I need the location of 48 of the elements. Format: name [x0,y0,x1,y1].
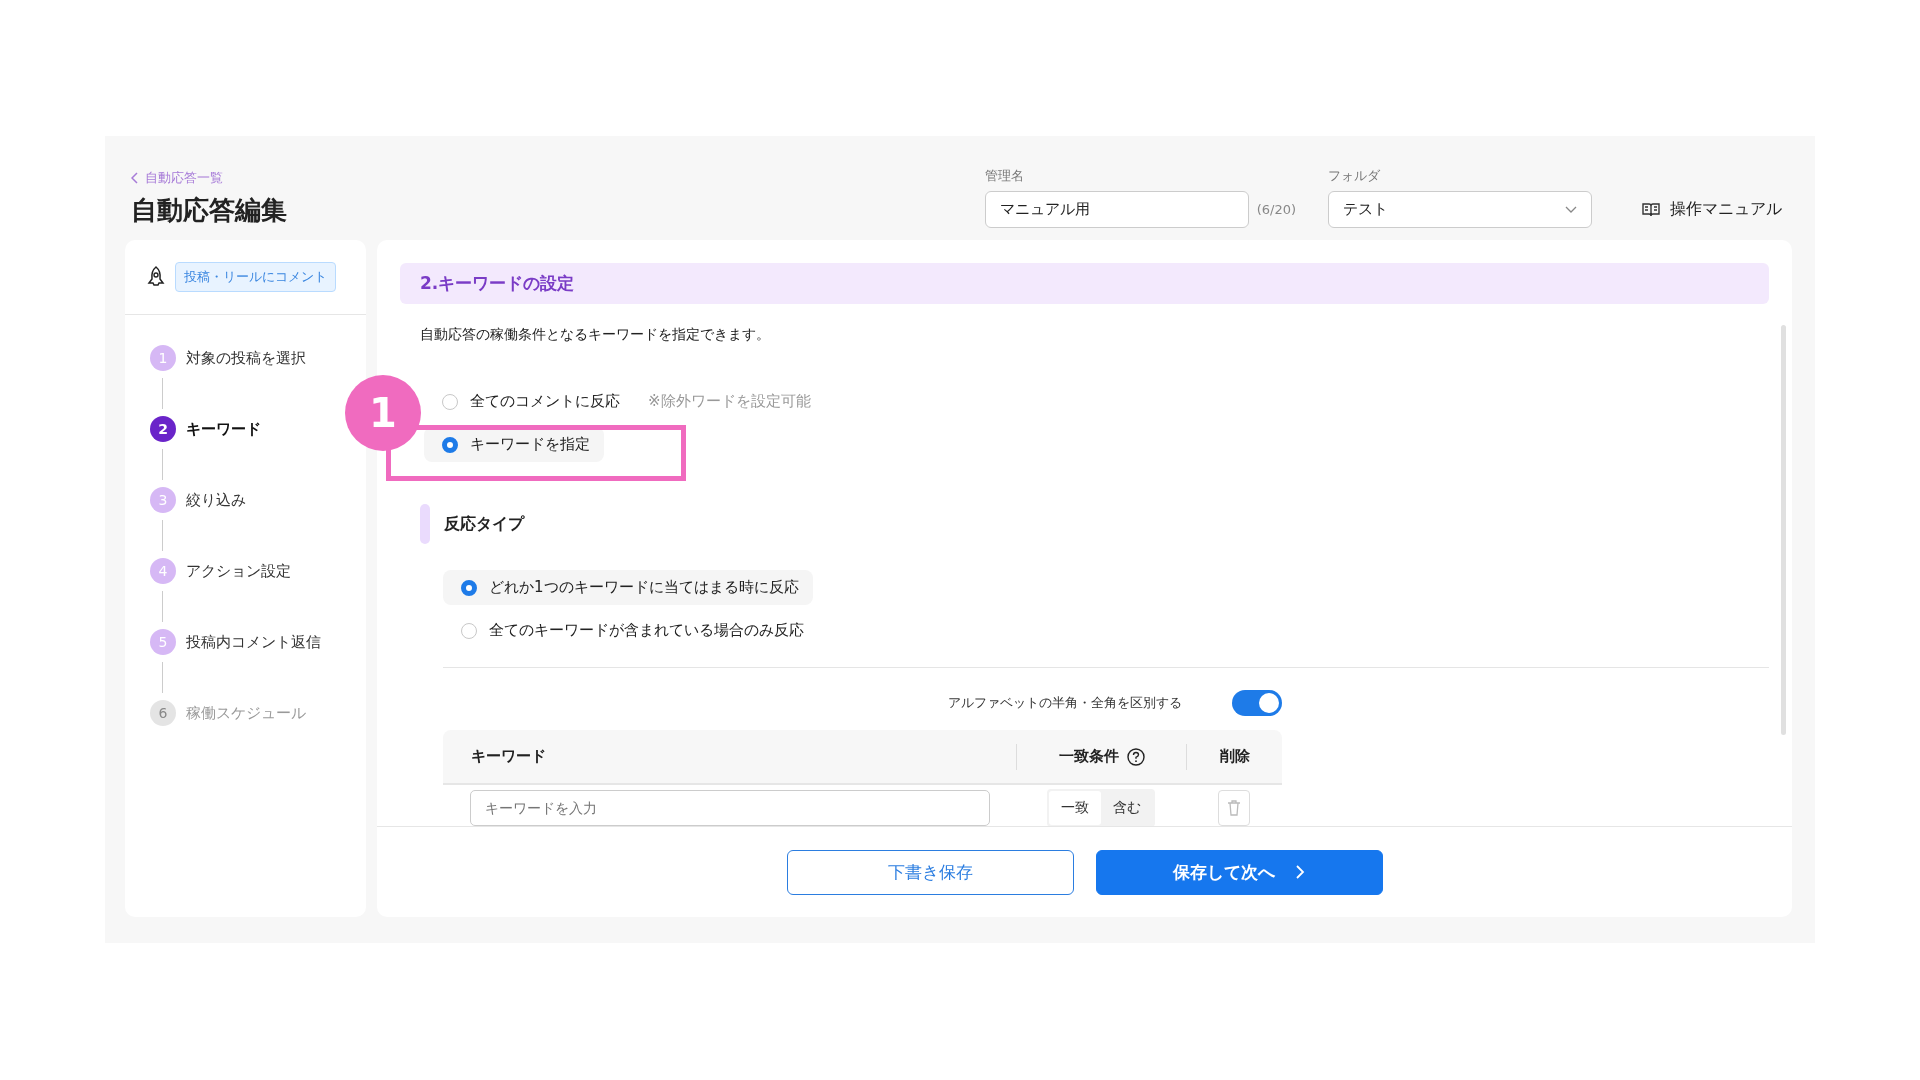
field-label: フォルダ [1328,167,1381,185]
chevron-down-icon [1565,205,1577,214]
match-option[interactable]: 一致 [1049,791,1101,825]
radio-option[interactable]: 全てのコメントに反応 [424,384,634,419]
radio-button[interactable] [461,622,477,639]
step-number: 2 [150,416,176,442]
radio-button[interactable] [442,393,458,410]
chevron-right-icon [1295,864,1305,880]
trigger-tag: 投稿・リールにコメント [175,262,336,292]
step-number: 1 [150,345,176,371]
radio-button[interactable] [461,579,477,596]
toggle-label: アルファベットの半角・全角を区別する [948,694,1182,712]
radio-option[interactable]: どれか1つのキーワードに当てはまる時に反応 [443,570,813,605]
radio-option[interactable]: 全てのキーワードが含まれている場合のみ反応 [443,613,818,648]
manual-link[interactable]: 操作マニュアル [1632,191,1792,228]
chevron-left-icon [131,172,139,184]
step-number: 4 [150,558,176,584]
step-item[interactable]: 2 キーワード [150,416,261,442]
column-header: キーワード [470,747,547,766]
book-icon [1642,202,1660,217]
step-item[interactable]: 4 アクション設定 [150,558,291,584]
save-next-button[interactable]: 保存して次へ [1095,849,1383,895]
rocket-icon [147,266,165,288]
section-title: 2.キーワードの設定 [400,263,1769,304]
trash-icon [1227,800,1241,816]
folder-dropdown[interactable]: テスト [1328,191,1592,228]
step-item[interactable]: 5 投稿内コメント返信 [150,629,321,655]
draft-save-button[interactable]: 下書き保存 [786,849,1074,895]
page-title: 自動応答編集 [131,194,287,227]
radio-button[interactable] [442,436,458,453]
step-item[interactable]: 1 対象の投稿を選択 [150,345,306,371]
step-number: 6 [150,700,176,726]
subsection-title: 反応タイプ [444,513,524,535]
option-note: ※除外ワードを設定可能 [648,392,811,411]
section-description: 自動応答の稼働条件となるキーワードを指定できます。 [420,326,771,344]
step-item[interactable]: 3 絞り込み [150,487,246,513]
step-number: 5 [150,629,176,655]
match-option[interactable]: 含む [1101,791,1153,825]
field-label: 管理名 [984,167,1025,185]
column-header: 一致条件 [1058,747,1119,766]
help-icon[interactable] [1126,747,1145,766]
character-counter: (6/20) [1256,202,1296,217]
toggle-switch[interactable] [1232,690,1282,716]
keyword-field[interactable]: キーワードを入力 [470,790,990,826]
accent-bar [420,504,430,544]
name-field[interactable]: マニュアル用 [984,191,1249,228]
column-header: 削除 [1186,743,1282,770]
step-number: 3 [150,487,176,513]
